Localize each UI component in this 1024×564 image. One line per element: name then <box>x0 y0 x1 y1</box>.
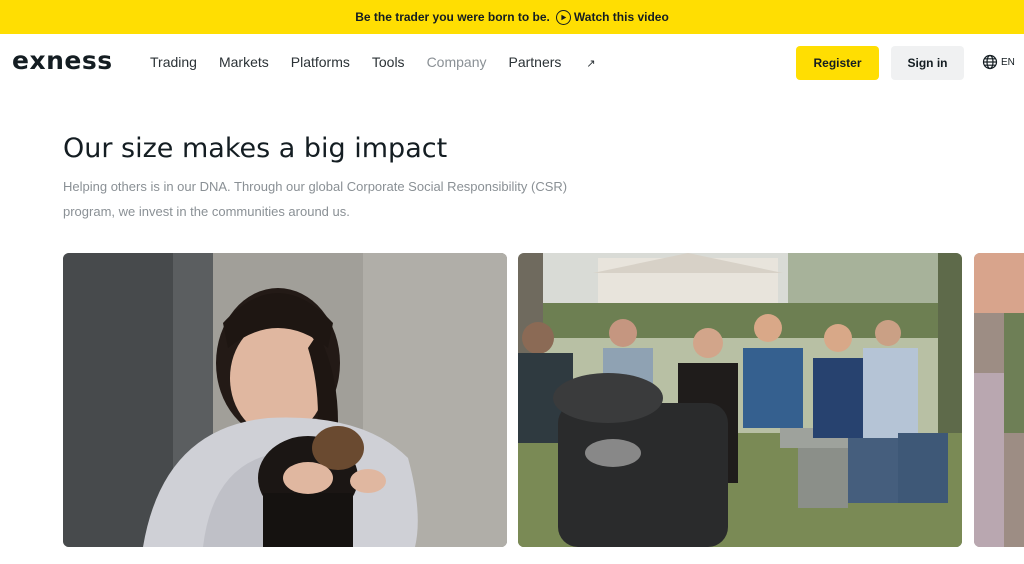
language-code: EN <box>1001 56 1015 68</box>
page-subtitle: Helping others is in our DNA. Through ou… <box>63 179 568 219</box>
nav-item-tools[interactable]: Tools <box>372 54 405 70</box>
main-navigation: exness Trading Markets Platforms Tools C… <box>0 34 1024 92</box>
promo-banner[interactable]: Be the trader you were born to be. Watch… <box>0 0 1024 34</box>
csr-photo-partial <box>974 253 1024 547</box>
nav-item-trading[interactable]: Trading <box>150 54 197 70</box>
nav-item-company[interactable]: Company <box>427 54 487 70</box>
globe-icon <box>982 54 998 70</box>
csr-photo-outdoor-audience <box>518 253 962 547</box>
nav-item-platforms[interactable]: Platforms <box>291 54 350 70</box>
sign-in-button[interactable]: Sign in <box>891 46 964 80</box>
exness-logo[interactable]: exness <box>12 46 113 75</box>
watch-video-link[interactable]: Watch this video <box>574 10 669 24</box>
nav-item-partners[interactable]: Partners ↗ <box>508 54 617 70</box>
language-selector[interactable]: EN <box>982 54 1015 70</box>
register-button[interactable]: Register <box>796 46 879 80</box>
nav-item-markets[interactable]: Markets <box>219 54 269 70</box>
nav-menu: Trading Markets Platforms Tools Company … <box>150 54 640 70</box>
banner-text: Be the trader you were born to be. <box>355 10 550 24</box>
page-title: Our size makes a big impact <box>63 133 448 164</box>
play-circle-icon[interactable] <box>555 9 571 25</box>
csr-photo-woman-with-puppy <box>63 253 507 547</box>
nav-item-partners-label: Partners <box>508 54 562 70</box>
arrow-up-right-icon: ↗ <box>586 58 596 70</box>
